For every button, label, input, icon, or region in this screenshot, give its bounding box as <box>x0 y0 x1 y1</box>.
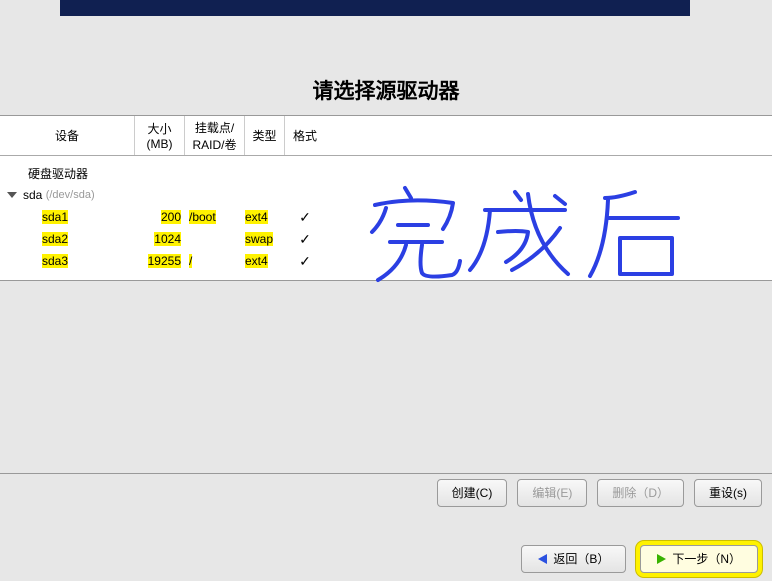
table-header: 设备 大小 (MB) 挂载点/ RAID/卷 类型 格式 <box>0 116 772 156</box>
check-icon: ✓ <box>299 253 311 270</box>
back-button[interactable]: 返回（B） <box>521 545 626 573</box>
top-banner <box>60 0 690 16</box>
part-type: ext4 <box>245 210 268 224</box>
part-name: sda2 <box>42 232 68 246</box>
handwriting-annotation <box>350 170 750 310</box>
nav-bar: 返回（B） 下一步（N） <box>0 536 772 581</box>
delete-button[interactable]: 删除（D） <box>597 479 684 507</box>
next-button[interactable]: 下一步（N） <box>640 545 758 573</box>
back-label: 返回（B） <box>553 550 609 567</box>
part-type: ext4 <box>245 254 268 268</box>
disk-path: (/dev/sda) <box>46 189 95 201</box>
part-mount: /boot <box>189 210 216 224</box>
part-size: 1024 <box>154 232 181 246</box>
col-mount[interactable]: 挂载点/ RAID/卷 <box>185 116 245 155</box>
part-name: sda3 <box>42 254 68 268</box>
toolbar: 创建(C) 编辑(E) 删除（D） 重设(s) <box>0 473 772 511</box>
part-size: 19255 <box>148 254 181 268</box>
part-type: swap <box>245 232 273 246</box>
check-icon: ✓ <box>299 209 311 226</box>
check-icon: ✓ <box>299 231 311 248</box>
part-name: sda1 <box>42 210 68 224</box>
disk-name: sda <box>23 188 42 202</box>
expand-icon[interactable] <box>7 192 17 198</box>
next-label: 下一步（N） <box>672 550 741 567</box>
col-format[interactable]: 格式 <box>285 116 325 155</box>
col-type[interactable]: 类型 <box>245 116 285 155</box>
col-device[interactable]: 设备 <box>0 116 135 155</box>
col-size[interactable]: 大小 (MB) <box>135 116 185 155</box>
reset-button[interactable]: 重设(s) <box>694 479 762 507</box>
edit-button[interactable]: 编辑(E) <box>517 479 587 507</box>
create-button[interactable]: 创建(C) <box>437 479 508 507</box>
page-title: 请选择源驱动器 <box>313 75 460 105</box>
part-size: 200 <box>161 210 181 224</box>
arrow-right-icon <box>657 554 666 564</box>
arrow-left-icon <box>538 554 547 564</box>
part-mount: / <box>189 254 192 268</box>
